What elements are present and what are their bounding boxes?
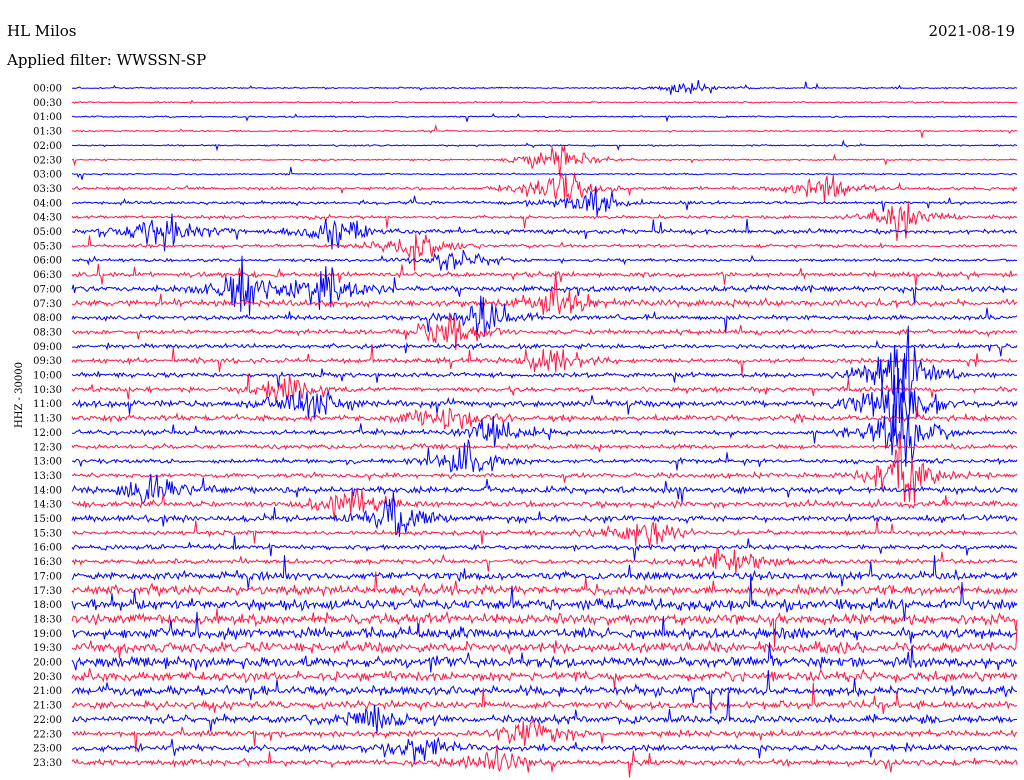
trace-0100 [71, 113, 1018, 123]
row-tick-label: 00:00 [33, 84, 62, 95]
trace-0400 [71, 187, 1018, 217]
row-tick-label: 09:00 [33, 342, 62, 353]
trace-2130 [71, 682, 1018, 715]
trace-0930 [71, 343, 1018, 375]
row-tick-label: 17:30 [33, 586, 62, 597]
row-tick-label: 06:00 [33, 256, 62, 267]
trace-1330 [71, 431, 1018, 503]
trace-1600 [71, 535, 1018, 561]
trace-0230 [71, 145, 1018, 176]
row-tick-label: 20:00 [33, 658, 62, 669]
row-tick-label: 01:30 [33, 127, 62, 138]
row-tick-label: 21:00 [33, 686, 62, 697]
trace-0600 [71, 249, 1018, 271]
row-tick-label: 15:00 [33, 514, 62, 525]
trace-2000 [71, 642, 1018, 673]
row-tick-label: 15:30 [33, 528, 62, 539]
row-tick-label: 19:00 [33, 629, 62, 640]
row-tick-label: 21:30 [33, 701, 62, 712]
trace-0900 [71, 339, 1018, 357]
row-tick-label: 11:00 [33, 399, 62, 410]
trace-0330 [71, 172, 1018, 203]
trace-1830 [71, 608, 1018, 647]
row-tick-label: 13:30 [33, 471, 62, 482]
row-tick-label: 04:00 [33, 198, 62, 209]
row-tick-label: 03:00 [33, 170, 62, 181]
trace-1530 [71, 519, 1018, 548]
row-tick-label: 23:30 [33, 758, 62, 769]
trace-1130 [71, 406, 1018, 430]
trace-0530 [71, 233, 1018, 271]
helicorder-plot: 00:00 00:30 01:00 01:30 02:00 02:30 03:00 03:30… [33, 80, 1018, 778]
row-tick-label: 08:00 [33, 313, 62, 324]
row-tick-label: 18:30 [33, 614, 62, 625]
row-tick-label: 22:00 [33, 715, 62, 726]
trace-0030 [72, 99, 1018, 105]
trace-1800 [71, 575, 1018, 622]
trace-0300 [71, 167, 1018, 180]
trace-2300 [71, 736, 1018, 764]
trace-0200 [72, 139, 1018, 152]
trace-group [71, 80, 1018, 778]
trace-2030 [71, 668, 1018, 688]
row-tick-label: 05:00 [33, 227, 62, 238]
row-tick-label: 06:30 [33, 270, 62, 281]
row-tick-label: 12:00 [33, 428, 62, 439]
tick-label-group: 00:00 00:30 01:00 01:30 02:00 02:30 03:00 03:30… [33, 84, 62, 769]
row-tick-label: 12:30 [33, 442, 62, 453]
row-tick-label: 07:30 [33, 299, 62, 310]
trace-1630 [71, 547, 1018, 574]
trace-0000 [71, 80, 1018, 95]
trace-1000 [71, 325, 1018, 414]
row-tick-label: 08:30 [33, 327, 62, 338]
row-tick-label: 02:30 [33, 155, 62, 166]
trace-0430 [71, 201, 1018, 242]
row-tick-label: 11:30 [33, 414, 62, 425]
row-tick-label: 05:30 [33, 241, 62, 252]
row-tick-label: 10:30 [33, 385, 62, 396]
trace-1230 [71, 442, 1018, 453]
row-tick-label: 17:00 [33, 571, 62, 582]
row-tick-label: 04:30 [33, 213, 62, 224]
row-tick-label: 19:30 [33, 643, 62, 654]
trace-1200 [71, 398, 1018, 467]
trace-1430 [71, 487, 1018, 519]
trace-1930 [71, 628, 1018, 659]
row-tick-label: 09:30 [33, 356, 62, 367]
trace-1500 [71, 491, 1018, 537]
trace-0130 [71, 123, 1018, 138]
row-tick-label: 02:00 [33, 141, 62, 152]
row-tick-label: 01:00 [33, 112, 62, 123]
row-tick-label: 10:00 [33, 371, 62, 382]
row-tick-label: 18:00 [33, 600, 62, 611]
row-tick-label: 07:00 [33, 284, 62, 295]
row-tick-label: 23:00 [33, 744, 62, 755]
row-tick-label: 16:00 [33, 543, 62, 554]
trace-1900 [71, 611, 1018, 644]
row-tick-label: 00:30 [33, 98, 62, 109]
trace-0730 [71, 271, 1018, 316]
trace-1300 [71, 439, 1018, 473]
row-tick-label: 20:30 [33, 672, 62, 683]
trace-0630 [71, 263, 1018, 287]
row-tick-label: 22:30 [33, 729, 62, 740]
row-tick-label: 03:30 [33, 184, 62, 195]
row-tick-label: 14:30 [33, 500, 62, 511]
row-tick-label: 14:00 [33, 485, 62, 496]
row-tick-label: 16:30 [33, 557, 62, 568]
row-tick-label: 13:00 [33, 457, 62, 468]
